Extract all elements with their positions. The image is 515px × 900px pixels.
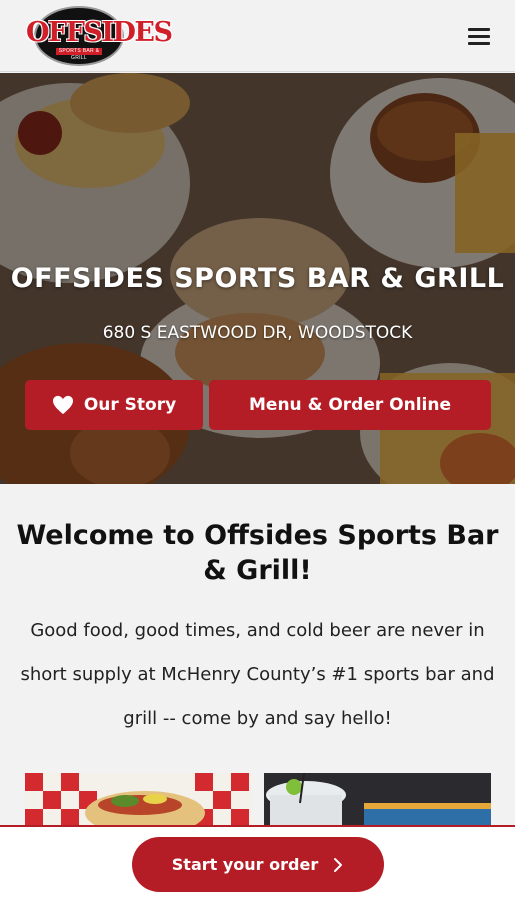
welcome-heading: Welcome to Offsides Sports Bar & Grill! — [16, 520, 499, 586]
site-header: OFFSIDES SPORTS BAR & GRILL — [0, 0, 515, 72]
offsides-logo[interactable]: OFFSIDES SPORTS BAR & GRILL — [26, 6, 173, 66]
our-story-button[interactable]: Our Story — [25, 380, 203, 430]
hotdog-basket-image — [25, 773, 252, 833]
restaurant-address: 680 S EASTWOOD DR, WOODSTOCK — [102, 323, 413, 343]
menu-order-online-button[interactable]: Menu & Order Online — [209, 380, 491, 430]
logo-text: OFFSIDES — [26, 17, 173, 48]
menu-order-online-label: Menu & Order Online — [249, 395, 451, 415]
drink-thumbnail[interactable] — [264, 773, 491, 833]
logo-subtext: SPORTS BAR & GRILL — [56, 48, 102, 61]
start-order-label: Start your order — [171, 855, 319, 874]
heart-icon — [52, 395, 73, 415]
chevron-right-icon — [334, 857, 343, 872]
hero-banner: OFFSIDES SPORTS BAR & GRILL 680 S EASTWO… — [0, 73, 515, 484]
food-thumbnail[interactable] — [25, 773, 252, 833]
start-order-button[interactable]: Start your order — [132, 837, 384, 892]
margarita-image — [264, 773, 491, 833]
welcome-description: Good food, good times, and cold beer are… — [20, 620, 495, 729]
hamburger-menu-icon[interactable] — [464, 24, 492, 48]
our-story-label: Our Story — [83, 395, 177, 415]
order-bar: Start your order — [0, 825, 515, 900]
restaurant-title: OFFSIDES SPORTS BAR & GRILL — [10, 263, 505, 294]
